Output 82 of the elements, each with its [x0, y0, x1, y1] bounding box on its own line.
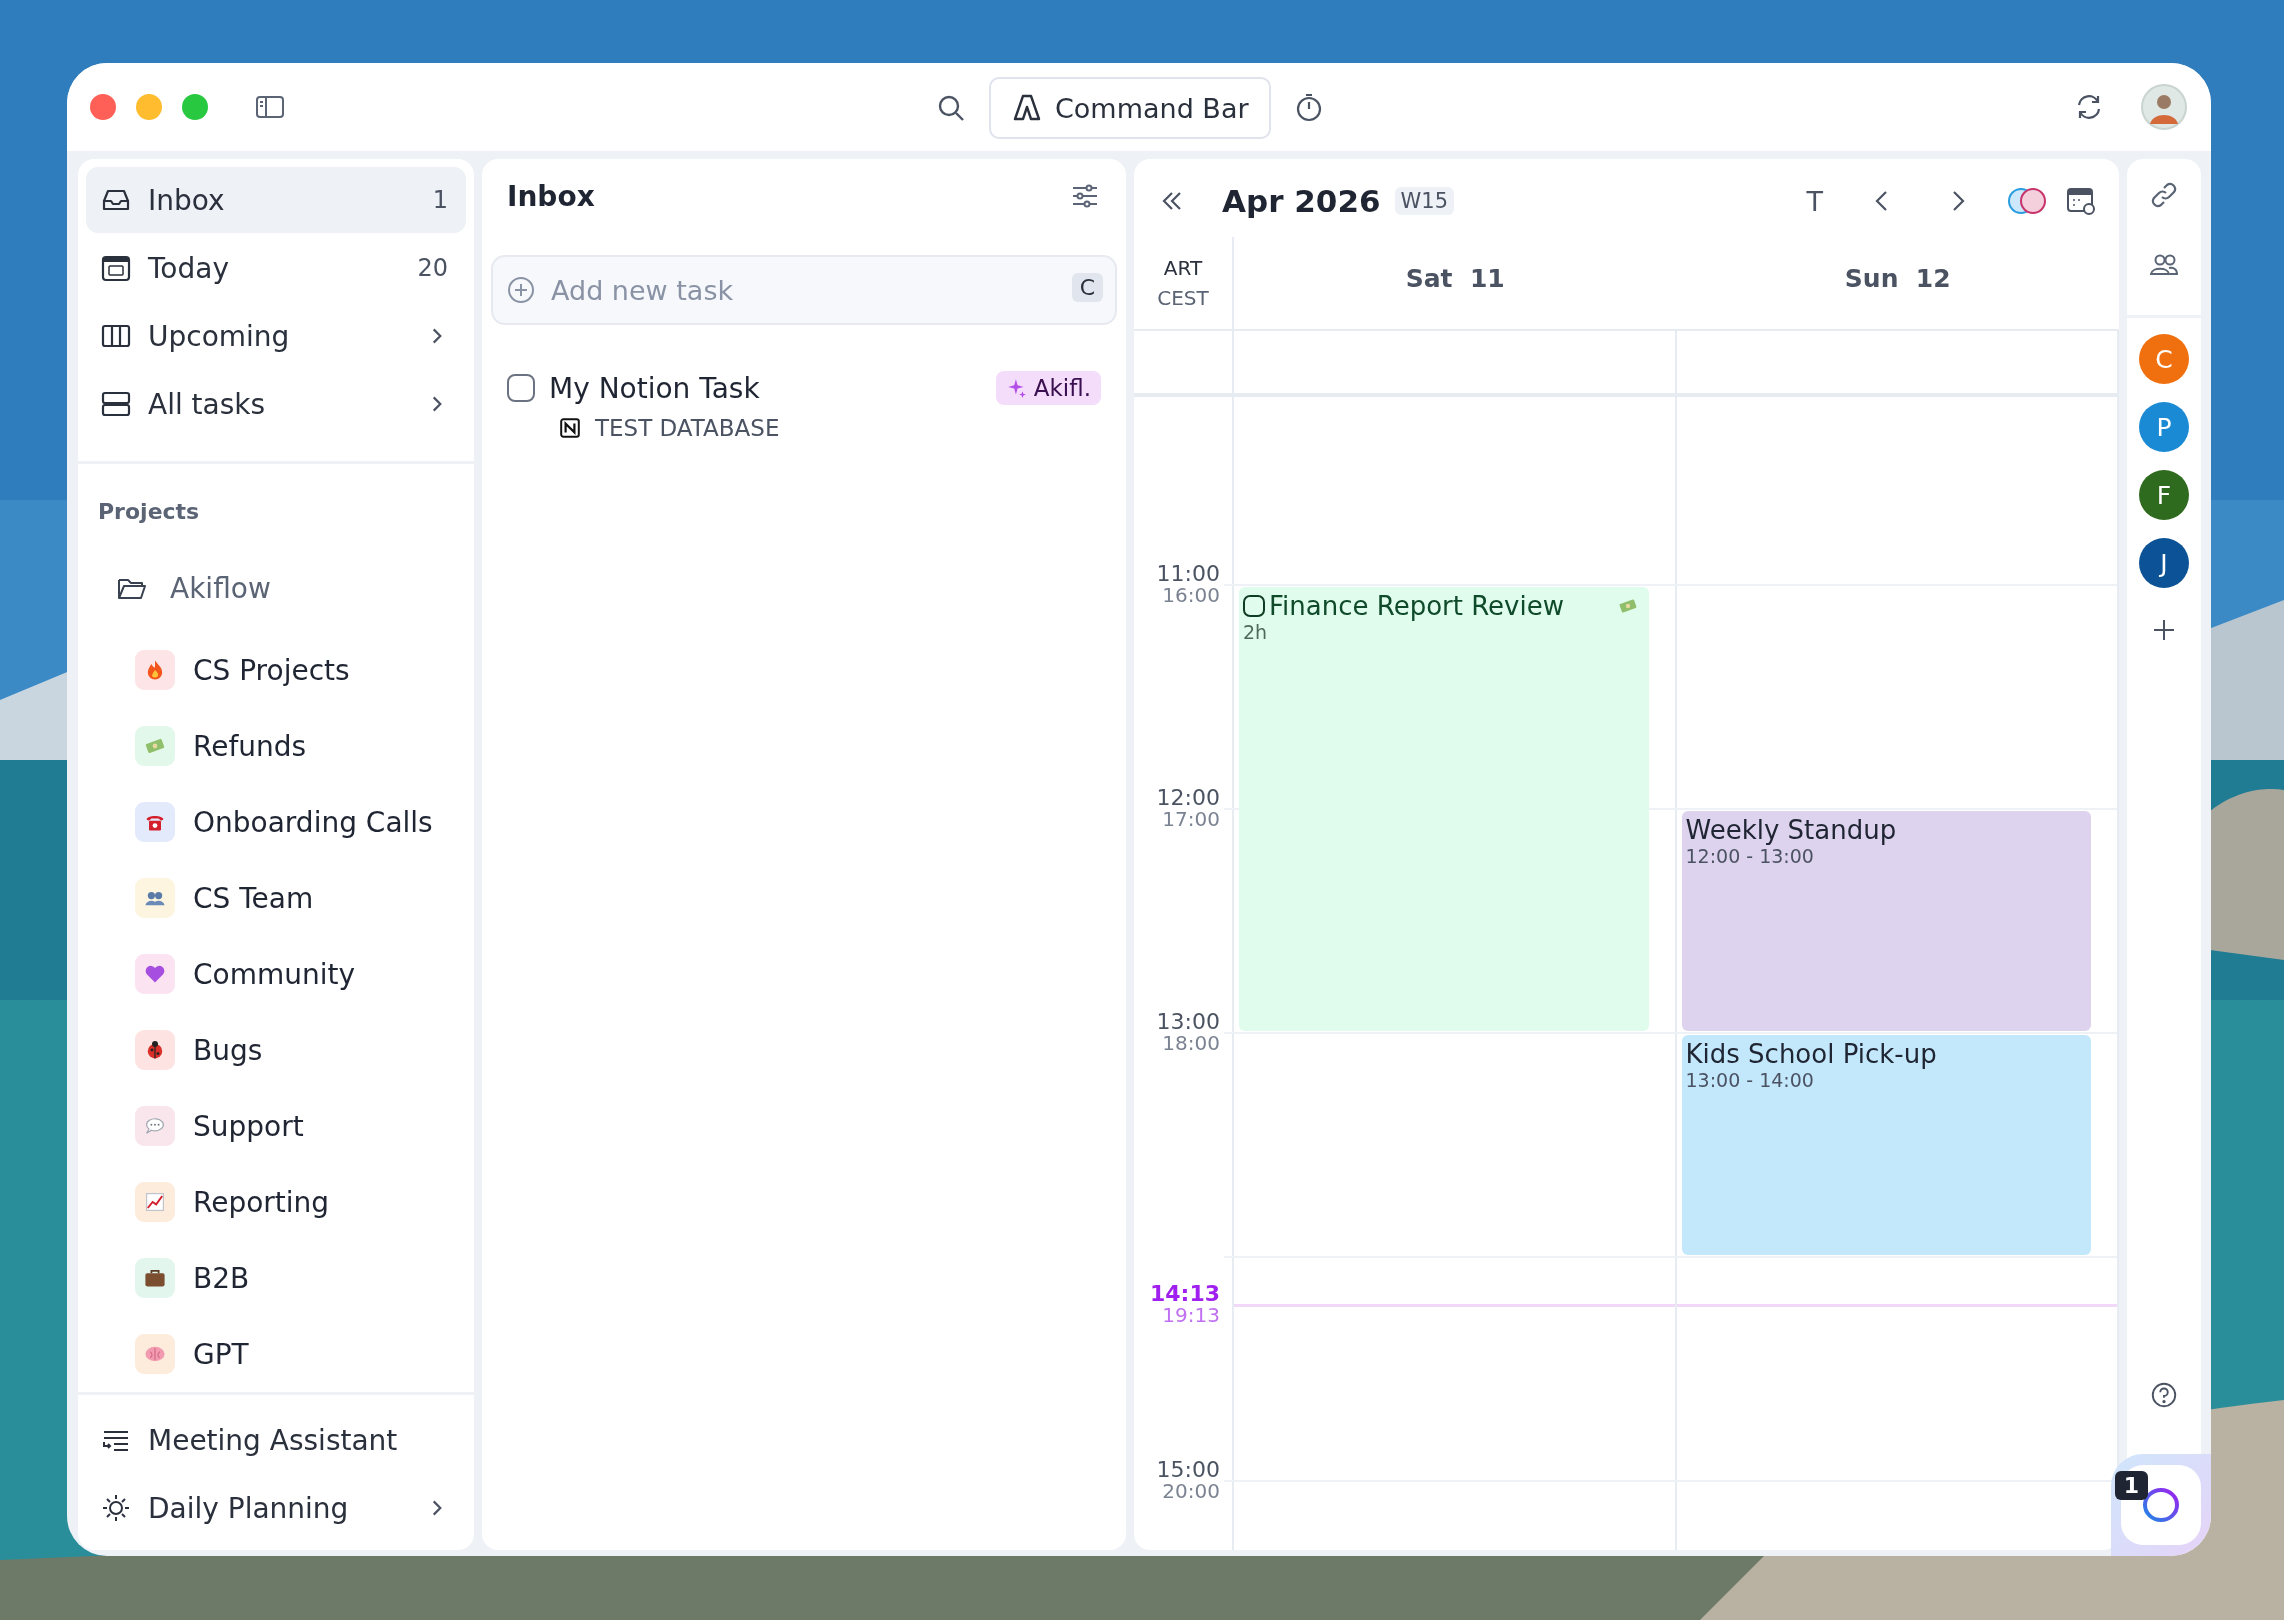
time-label: 15:00	[1156, 1457, 1220, 1481]
project-item[interactable]: B2B	[98, 1240, 466, 1316]
task-title: My Notion Task	[549, 371, 761, 405]
project-label: Onboarding Calls	[193, 805, 433, 839]
task-source: TEST DATABASE	[595, 415, 780, 441]
task-checkbox[interactable]	[507, 374, 535, 402]
sidebar-item[interactable]: Daily Planning	[86, 1475, 466, 1541]
week-badge: W15	[1394, 187, 1455, 215]
sidebar-item[interactable]: Today 20	[86, 235, 466, 301]
sidebar-item[interactable]: Inbox 1	[86, 167, 466, 233]
time-label: 16:00	[1162, 584, 1220, 606]
project-item[interactable]: Support	[98, 1088, 466, 1164]
time-label: 20:00	[1162, 1480, 1220, 1502]
notion-icon	[559, 417, 581, 439]
item-count: 1	[432, 186, 448, 214]
event-title: Weekly Standup	[1685, 814, 1898, 845]
sidebar-item[interactable]: Upcoming	[86, 303, 466, 369]
shortcut-key: C	[1071, 273, 1103, 302]
project-label: Community	[193, 957, 356, 991]
time-label: 12:00	[1156, 785, 1220, 809]
notification-badge: 1	[2114, 1471, 2148, 1500]
day-header[interactable]: Sat 11	[1405, 263, 1505, 293]
project-label: CS Projects	[193, 653, 350, 687]
time-label: 11:00	[1156, 561, 1220, 585]
user-avatar[interactable]	[2141, 84, 2187, 130]
project-item[interactable]: Refunds	[98, 708, 466, 784]
time-label: 14:13	[1149, 1282, 1220, 1306]
day-header[interactable]: Sun 12	[1844, 263, 1951, 293]
calendar-settings-icon[interactable]	[2065, 185, 2097, 217]
avatar[interactable]: P	[2139, 402, 2189, 452]
month-title: Apr 2026	[1222, 183, 1381, 219]
timezone-label: ART	[1163, 256, 1203, 280]
task-tag[interactable]: Akifl.	[995, 371, 1101, 405]
item-count: 20	[417, 254, 448, 282]
chart-icon	[143, 1190, 167, 1214]
item-label: Today	[148, 251, 230, 285]
item-label: Meeting Assistant	[148, 1423, 399, 1457]
event-time: 2h	[1243, 620, 1269, 643]
item-label: All tasks	[148, 387, 267, 421]
time-label: 19:13	[1162, 1305, 1220, 1327]
project-item[interactable]: Bugs	[98, 1012, 466, 1088]
today-button[interactable]: T	[1792, 185, 1837, 217]
calendar-event[interactable]: Weekly Standup 12:00 - 13:00	[1681, 810, 2091, 1031]
sidebar-item[interactable]: Meeting Assistant	[86, 1407, 466, 1473]
projects-heading: Projects	[98, 497, 201, 526]
time-label: 17:00	[1162, 808, 1220, 830]
close-button[interactable]	[90, 94, 116, 120]
help-icon[interactable]	[2149, 1380, 2179, 1410]
avatar[interactable]: F	[2139, 470, 2189, 520]
event-checkbox[interactable]	[1243, 594, 1265, 617]
project-label: Reporting	[193, 1185, 330, 1219]
plus-circle-icon	[505, 274, 537, 306]
command-bar-button[interactable]: Command Bar	[989, 77, 1271, 139]
avatar[interactable]: J	[2139, 538, 2189, 588]
timezone-label: CEST	[1157, 286, 1209, 310]
time-label: 18:00	[1162, 1032, 1220, 1054]
calendar-event[interactable]: Kids School Pick-up 13:00 - 14:00	[1681, 1034, 2091, 1255]
event-time: 13:00 - 14:00	[1685, 1068, 1815, 1091]
project-label: B2B	[193, 1261, 250, 1295]
item-label: Upcoming	[148, 319, 291, 353]
project-label: CS Team	[193, 881, 314, 915]
time-label: 13:00	[1156, 1009, 1220, 1033]
project-label: Bugs	[193, 1033, 263, 1067]
item-label: Daily Planning	[148, 1491, 350, 1525]
sun-icon	[100, 1492, 132, 1524]
item-label: Inbox	[148, 183, 226, 217]
event-title: Kids School Pick-up	[1685, 1038, 1938, 1069]
event-title: Finance Report Review	[1269, 590, 1565, 621]
project-item[interactable]: GPT	[98, 1316, 466, 1392]
project-label: Support	[193, 1109, 304, 1143]
event-time: 12:00 - 13:00	[1685, 844, 1814, 867]
project-label: GPT	[193, 1337, 249, 1371]
panel-title: Inbox	[507, 179, 595, 213]
calendar-event[interactable]: Finance Report Review 2h	[1239, 586, 1649, 1031]
project-item[interactable]: Onboarding Calls	[98, 784, 466, 860]
project-item[interactable]: CS Projects	[98, 632, 466, 708]
project-item[interactable]: CS Team	[98, 860, 466, 936]
sidebar-item[interactable]: All tasks	[86, 371, 466, 437]
project-item[interactable]: Community	[98, 936, 466, 1012]
project-label: Refunds	[193, 729, 307, 763]
project-item[interactable]: Reporting	[98, 1164, 466, 1240]
folder-item[interactable]: Akiflow	[98, 556, 466, 620]
